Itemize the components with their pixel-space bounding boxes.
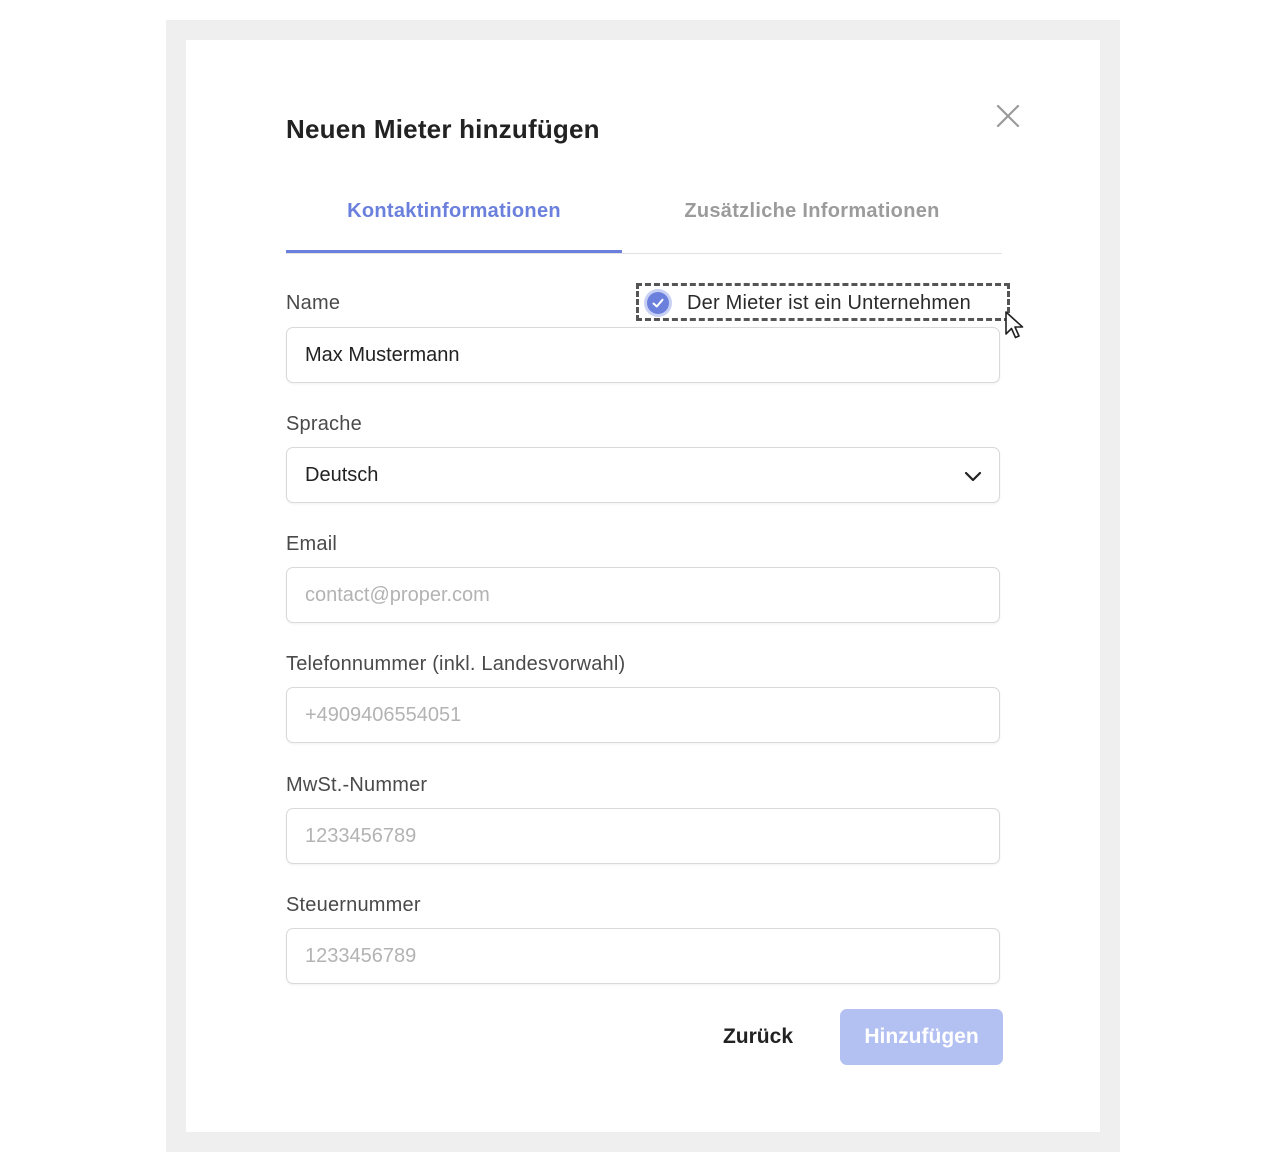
email-label: Email (286, 533, 338, 555)
back-button[interactable]: Zurück (706, 1009, 810, 1065)
phone-input[interactable] (287, 688, 999, 742)
company-checkbox[interactable]: Der Mieter ist ein Unternehmen (636, 283, 1010, 321)
checkbox-checked-icon[interactable] (647, 292, 669, 314)
tab-bar: Kontaktinformationen Zusätzliche Informa… (286, 190, 1002, 254)
name-input[interactable] (287, 328, 999, 382)
phone-field[interactable] (286, 687, 1000, 743)
tax-number-input[interactable] (287, 929, 999, 983)
vat-number-input[interactable] (287, 809, 999, 863)
company-checkbox-label: Der Mieter ist ein Unternehmen (687, 292, 971, 314)
email-field[interactable] (286, 567, 1000, 623)
tax-number-label: Steuernummer (286, 894, 421, 916)
add-tenant-button[interactable]: Hinzufügen (840, 1009, 1003, 1065)
vat-number-label: MwSt.-Nummer (286, 774, 428, 796)
chevron-down-icon (963, 466, 983, 486)
language-select[interactable]: Deutsch (286, 447, 1000, 503)
name-field[interactable] (286, 327, 1000, 383)
vat-number-field[interactable] (286, 808, 1000, 864)
close-icon[interactable] (994, 102, 1022, 130)
phone-label: Telefonnummer (inkl. Landesvorwahl) (286, 653, 626, 675)
dialog-title: Neuen Mieter hinzufügen (286, 114, 600, 144)
name-label: Name (286, 292, 341, 314)
email-input[interactable] (287, 568, 999, 622)
language-label: Sprache (286, 413, 362, 435)
tab-contact-information[interactable]: Kontaktinformationen (286, 200, 622, 253)
tax-number-field[interactable] (286, 928, 1000, 984)
mouse-cursor-icon (1004, 310, 1026, 340)
language-select-value: Deutsch (305, 464, 379, 486)
add-tenant-dialog: Neuen Mieter hinzufügen Kontaktinformati… (186, 40, 1100, 1132)
tab-additional-information[interactable]: Zusätzliche Informationen (622, 200, 1002, 252)
